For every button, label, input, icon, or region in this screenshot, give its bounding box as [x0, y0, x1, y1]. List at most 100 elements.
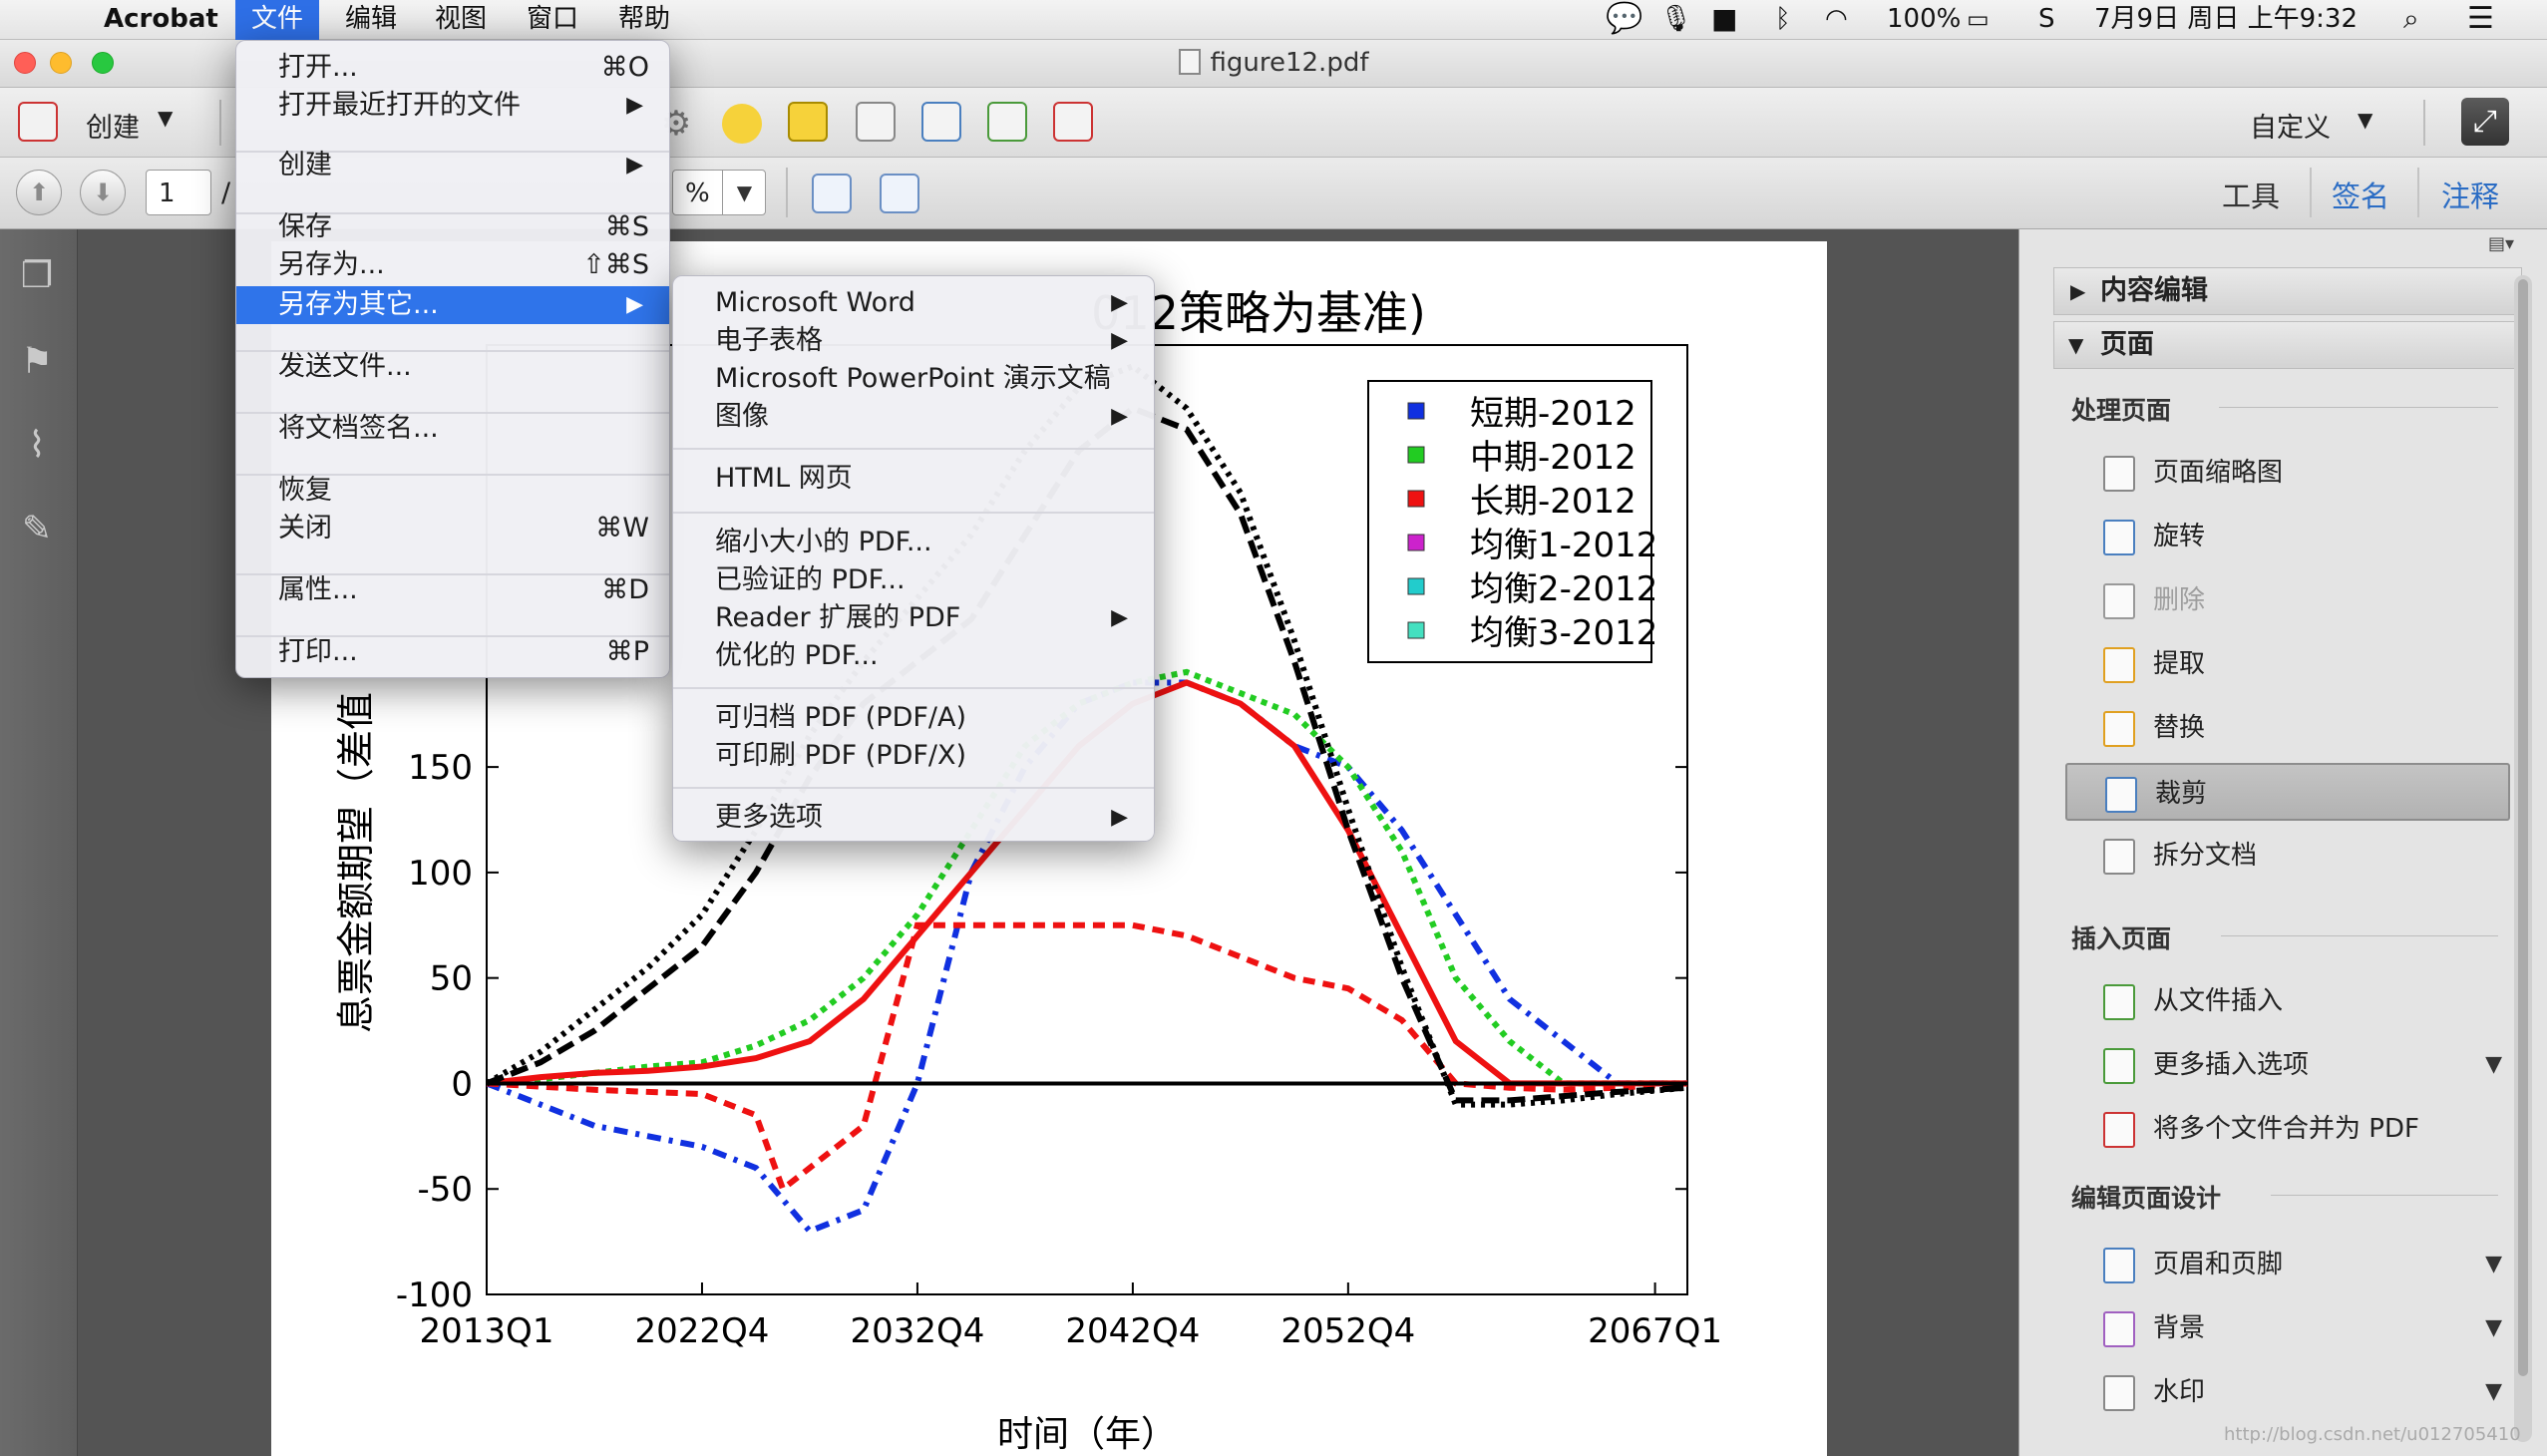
wechat-icon[interactable]: 💬: [1606, 0, 1642, 40]
file-menu-item-revert[interactable]: 恢复: [236, 472, 669, 510]
signatures-icon[interactable]: ✎: [18, 509, 56, 552]
file-menu-item-print[interactable]: 打印... ⌘P: [236, 633, 669, 671]
create-dropdown-icon[interactable]: ▼: [158, 106, 173, 130]
pages-tool-item[interactable]: 提取: [2065, 635, 2510, 693]
page-thumbnails-icon[interactable]: ❐: [18, 255, 56, 299]
input-method-icon[interactable]: S: [2038, 0, 2055, 40]
x-tick-label: 2013Q1: [420, 1311, 554, 1351]
attachments-icon[interactable]: ⌇: [18, 425, 56, 469]
y-tick-label: -100: [396, 1275, 473, 1315]
menu-item-label: Microsoft PowerPoint 演示文稿: [715, 363, 1111, 394]
next-page-icon[interactable]: ⬇: [80, 170, 126, 215]
create-pdf-icon: [18, 102, 58, 142]
pages-tool-item[interactable]: 将多个文件合并为 PDF: [2065, 1100, 2510, 1158]
x-tick-label: 2067Q1: [1588, 1311, 1722, 1351]
save-as-item-printable-pdf[interactable]: 可印刷 PDF (PDF/X): [673, 737, 1154, 775]
zoom-dropdown-icon[interactable]: ▼: [722, 171, 766, 214]
pages-tool-item[interactable]: 从文件插入: [2065, 972, 2510, 1030]
submenu-arrow-icon: ▶: [1111, 805, 1128, 830]
dropdown-arrow-icon[interactable]: ▼: [2485, 1036, 2502, 1094]
pane-scrollbar-thumb[interactable]: [2518, 279, 2528, 1376]
customize-button[interactable]: 自定义: [2250, 106, 2331, 145]
menu-app-acrobat[interactable]: Acrobat: [88, 0, 234, 40]
menu-file[interactable]: 文件: [235, 0, 320, 40]
notification-center-icon[interactable]: ☰: [2467, 0, 2494, 40]
x-tick-label: 2052Q4: [1280, 1311, 1415, 1351]
pages-tool-item[interactable]: 拆分文档: [2065, 827, 2510, 885]
file-menu-item-send-file[interactable]: 发送文件...: [236, 348, 669, 386]
save-as-item-more-options[interactable]: 更多选项 ▶: [673, 799, 1154, 837]
legend-swatch: [1407, 402, 1425, 420]
pages-tool-item[interactable]: 水印 ▼: [2065, 1363, 2510, 1421]
pages-tool-item[interactable]: 页眉和页脚 ▼: [2065, 1236, 2510, 1293]
file-menu-item-save-as-other[interactable]: 另存为其它... ▶: [236, 286, 669, 324]
pages-tool-item[interactable]: 旋转: [2065, 508, 2510, 565]
create-button[interactable]: 创建: [86, 106, 140, 145]
highlight-text-icon[interactable]: [788, 102, 828, 142]
tab-tools[interactable]: 工具: [2222, 174, 2280, 215]
menu-separator: [673, 687, 1154, 689]
fit-width-icon[interactable]: [812, 174, 852, 213]
pages-tool-item[interactable]: 背景 ▼: [2065, 1299, 2510, 1357]
menu-item-label: Reader 扩展的 PDF: [715, 602, 961, 633]
menu-view[interactable]: 视图: [419, 0, 503, 40]
pages-tool-item[interactable]: 更多插入选项 ▼: [2065, 1036, 2510, 1094]
file-menu-item-open[interactable]: 打开... ⌘O: [236, 49, 669, 87]
save-as-item-reduced-size-pdf[interactable]: 缩小大小的 PDF...: [673, 524, 1154, 561]
clock[interactable]: 7月9日 周日 上午9:32: [2094, 0, 2358, 40]
save-as-item-powerpoint[interactable]: Microsoft PowerPoint 演示文稿: [673, 360, 1154, 398]
file-menu-item-sign-document[interactable]: 将文档签名...: [236, 410, 669, 448]
file-menu-item-open-recent[interactable]: 打开最近打开的文件 ▶: [236, 87, 669, 125]
menu-window[interactable]: 窗口: [511, 0, 594, 40]
menu-item-label: Microsoft Word: [715, 287, 915, 318]
page-number-input[interactable]: 1: [146, 170, 211, 215]
file-menu-item-create[interactable]: 创建 ▶: [236, 147, 669, 184]
tool-label: 拆分文档: [2153, 841, 2258, 871]
tab-sign[interactable]: 签名: [2332, 174, 2389, 215]
wifi-icon[interactable]: ◠: [1825, 0, 1848, 40]
file-menu-item-properties[interactable]: 属性... ⌘D: [236, 571, 669, 609]
edit-form-icon[interactable]: [1053, 102, 1093, 142]
dropdown-arrow-icon[interactable]: ▼: [2485, 1236, 2502, 1293]
pages-tool-item[interactable]: 裁剪: [2065, 763, 2510, 821]
rotate-page-icon[interactable]: [921, 102, 961, 142]
tab-divider: [2310, 168, 2312, 217]
extract-page-icon[interactable]: [987, 102, 1027, 142]
spotlight-icon[interactable]: ⌕: [2403, 0, 2419, 40]
save-as-item-html[interactable]: HTML 网页: [673, 460, 1154, 498]
legend-entry-label: 长期-2012: [1470, 482, 1637, 522]
comment-bubble-icon[interactable]: [722, 104, 762, 144]
submenu-arrow-icon: ▶: [626, 292, 643, 317]
file-menu-item-close[interactable]: 关闭 ⌘W: [236, 510, 669, 547]
file-menu-item-save[interactable]: 保存 ⌘S: [236, 208, 669, 246]
menu-edit[interactable]: 编辑: [329, 0, 413, 40]
apple-icon[interactable]: [20, 0, 52, 40]
folder-icon[interactable]: ■: [1711, 0, 1737, 40]
tool-icon: [2103, 647, 2135, 683]
dropdown-arrow-icon[interactable]: ▼: [2485, 1299, 2502, 1357]
save-as-item-spreadsheet[interactable]: 电子表格 ▶: [673, 322, 1154, 360]
file-menu-item-save-as[interactable]: 另存为... ⇧⌘S: [236, 246, 669, 284]
save-as-item-archivable-pdf[interactable]: 可归档 PDF (PDF/A): [673, 699, 1154, 737]
menu-item-label: 发送文件...: [278, 351, 412, 382]
save-as-item-optimized-pdf[interactable]: 优化的 PDF...: [673, 637, 1154, 675]
fullscreen-icon[interactable]: ⤢: [2461, 98, 2509, 146]
save-as-item-image[interactable]: 图像 ▶: [673, 398, 1154, 436]
dropdown-arrow-icon[interactable]: ▼: [2485, 1363, 2502, 1421]
battery-icon[interactable]: ▭: [1967, 0, 1990, 40]
save-as-item-reader-extended-pdf[interactable]: Reader 扩展的 PDF ▶: [673, 599, 1154, 637]
menu-help[interactable]: 帮助: [602, 0, 686, 40]
save-as-item-certified-pdf[interactable]: 已验证的 PDF...: [673, 561, 1154, 599]
bluetooth-icon[interactable]: ᛒ: [1775, 0, 1791, 40]
previous-page-icon[interactable]: ⬆: [16, 170, 62, 215]
customize-dropdown-icon[interactable]: ▼: [2358, 108, 2372, 132]
delete-page-icon[interactable]: [856, 102, 896, 142]
tab-comment[interactable]: 注释: [2441, 174, 2499, 215]
pages-tool-item[interactable]: 页面缩略图: [2065, 444, 2510, 502]
pages-tool-item[interactable]: 替换: [2065, 699, 2510, 757]
microphone-icon[interactable]: 🎙: [1659, 0, 1692, 40]
tool-label: 旋转: [2153, 522, 2206, 551]
bookmarks-icon[interactable]: ⚑: [18, 341, 56, 385]
fit-page-icon[interactable]: [880, 174, 919, 213]
save-as-item-microsoft-word[interactable]: Microsoft Word ▶: [673, 284, 1154, 322]
